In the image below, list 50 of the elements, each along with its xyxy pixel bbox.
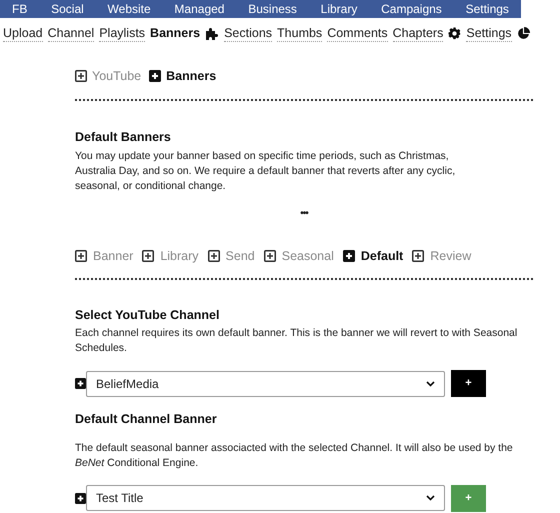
select-field[interactable]: Test Title: [86, 485, 445, 512]
more-dots[interactable]: •••: [300, 206, 308, 220]
description-text: You may update your banner based on specific time periods, such as Christmas, Australia Day, and so on. We require a default banner that reverts after any cyclic, seasonal, or conditional change.: [75, 148, 456, 194]
plus-square-icon: [264, 250, 276, 262]
tab[interactable]: Default: [360, 246, 404, 266]
breadcrumb-link[interactable]: Banners: [166, 67, 216, 86]
nav-link[interactable]: Chapters: [392, 24, 444, 42]
nav-link[interactable]: Managed: [174, 2, 224, 16]
nav-link[interactable]: Channel: [48, 24, 94, 42]
section-heading: Default Banners: [75, 128, 172, 146]
chevron-down-icon: [426, 495, 435, 502]
nav-link[interactable]: Website: [108, 2, 151, 16]
plus-square-icon: [75, 70, 87, 82]
tab[interactable]: Seasonal: [282, 246, 334, 266]
tab[interactable]: Send: [226, 246, 255, 266]
nav-link[interactable]: Business: [248, 2, 297, 16]
chevron-down-icon: [426, 380, 435, 386]
plus-square-icon: [75, 492, 86, 504]
nav-link[interactable]: Banners: [150, 25, 200, 41]
nav-link[interactable]: Playlists: [99, 24, 146, 42]
settings-icon[interactable]: [448, 26, 462, 40]
plus-square-icon: [142, 250, 154, 262]
tab[interactable]: Library: [160, 246, 199, 266]
section-heading: Select YouTube Channel: [75, 307, 220, 324]
plus-square-icon: [75, 378, 86, 389]
puzzle-icon[interactable]: [205, 26, 220, 40]
nav-link[interactable]: FB: [12, 2, 28, 16]
description-text: Each channel requires its own default banner. This is the banner we will revert to with Seasonal Schedules.: [75, 326, 518, 356]
plus-square-icon: [75, 250, 87, 262]
nav-link[interactable]: Comments: [327, 24, 388, 42]
nav-link[interactable]: Upload: [3, 24, 43, 42]
plus-square-icon: [342, 250, 355, 262]
pie-chart-icon[interactable]: [516, 26, 530, 40]
tab[interactable]: Banner: [93, 246, 134, 266]
nav-link[interactable]: Social: [51, 2, 84, 16]
nav-link[interactable]: Campaigns: [381, 2, 442, 16]
nav-link[interactable]: Sections: [224, 24, 272, 42]
plus-square-icon: [149, 70, 162, 82]
select-field[interactable]: BeliefMedia: [86, 370, 445, 396]
nav-link[interactable]: Library: [320, 2, 358, 16]
nav-link[interactable]: Settings: [466, 24, 512, 42]
add-button[interactable]: +: [451, 370, 486, 397]
nav-link[interactable]: Thumbs: [277, 24, 322, 42]
plus-square-icon: [412, 250, 424, 262]
plus-square-icon: [208, 250, 220, 262]
breadcrumb-link[interactable]: YouTube: [92, 67, 142, 86]
nav-link[interactable]: Settings: [466, 2, 509, 16]
section-heading: Default Channel Banner: [75, 411, 218, 428]
description-text: The default seasonal banner associacted with the selected Channel. It will also be used by the BeNet Conditional Engine.: [75, 440, 514, 471]
tab[interactable]: Review: [430, 246, 472, 266]
